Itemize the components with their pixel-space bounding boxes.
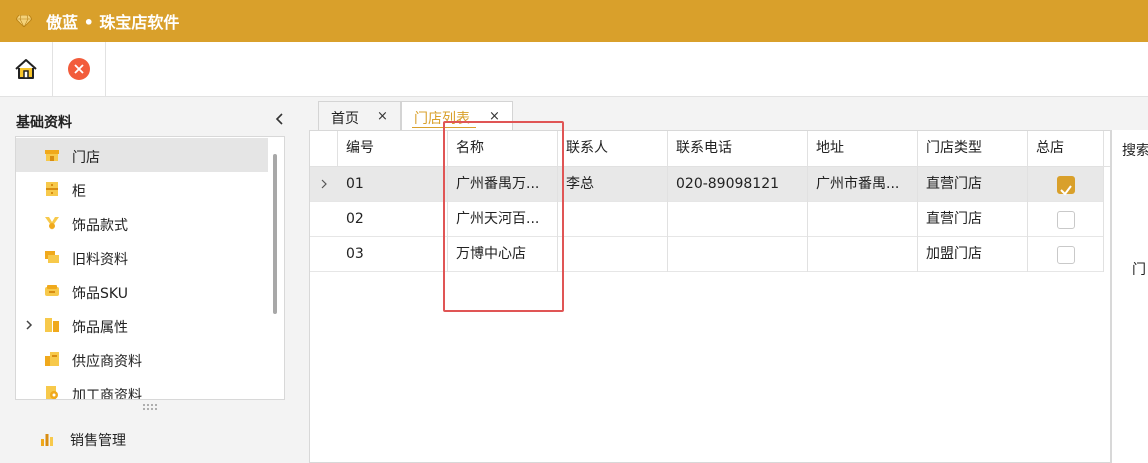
bar-chart-icon — [41, 434, 53, 446]
sidebar-item-jewelry-style[interactable]: 饰品款式 — [16, 206, 268, 240]
jewelry-style-icon — [45, 217, 59, 230]
sidebar-section-label: 销售管理 — [70, 433, 126, 449]
close-button[interactable] — [53, 42, 106, 96]
sidebar-item-label: 供应商资料 — [72, 354, 142, 370]
cell-contact[interactable]: 李总 — [558, 167, 668, 202]
sidebar-item-processor[interactable]: 加工商资料 — [16, 376, 268, 400]
search-label: 搜索 — [1122, 143, 1148, 159]
highlight-annotation — [443, 121, 564, 312]
sidebar-scrollbar[interactable] — [273, 154, 277, 314]
cell-head-store[interactable] — [1028, 167, 1104, 202]
cell-type[interactable]: 直营门店 — [918, 167, 1028, 202]
home-button[interactable] — [0, 42, 53, 96]
cell-contact[interactable] — [558, 237, 668, 272]
cell-address[interactable] — [808, 202, 918, 237]
sidebar-item-old-material[interactable]: 旧料资料 — [16, 240, 268, 274]
tab-label: 首页 — [331, 111, 359, 127]
column-header[interactable]: 地址 — [808, 131, 918, 166]
sidebar-item-label: 旧料资料 — [72, 252, 128, 268]
tab-home[interactable]: 首页 × — [318, 101, 401, 131]
sidebar-heading: 基础资料 — [16, 115, 72, 131]
sidebar-item-store[interactable]: 门店 — [16, 138, 268, 172]
cell-id[interactable]: 03 — [338, 237, 448, 272]
chevron-right-icon[interactable] — [24, 318, 34, 332]
sidebar-item-supplier[interactable]: 供应商资料 — [16, 342, 268, 376]
cell-type[interactable]: 加盟门店 — [918, 237, 1028, 272]
store-table: 编号 名称 联系人 联系电话 地址 门店类型 总店 01 广州番禺万... 李总… — [309, 130, 1111, 463]
store-icon — [45, 150, 59, 161]
processor-icon — [46, 386, 58, 399]
column-header[interactable]: 联系电话 — [668, 131, 808, 166]
sidebar-section-sales[interactable]: 销售管理 — [36, 428, 236, 452]
cell-phone[interactable] — [668, 202, 808, 237]
close-circle-icon — [68, 58, 90, 80]
search-field-label: 门 — [1132, 262, 1146, 278]
cell-contact[interactable] — [558, 202, 668, 237]
head-store-checkbox[interactable] — [1057, 246, 1075, 264]
head-store-checkbox[interactable] — [1057, 211, 1075, 229]
old-material-icon — [45, 251, 59, 263]
row-indicator-header — [310, 131, 338, 166]
table-row[interactable]: 03 万博中心店 加盟门店 — [310, 237, 1104, 272]
cabinet-icon — [46, 182, 58, 196]
sidebar-header: 基础资料 — [0, 104, 300, 136]
head-store-checkbox[interactable] — [1057, 176, 1075, 196]
sidebar-item-cabinet[interactable]: 柜 — [16, 172, 268, 206]
home-icon — [15, 59, 37, 79]
sidebar-item-sku[interactable]: 饰品SKU — [16, 274, 268, 308]
current-row-arrow-icon — [321, 179, 327, 189]
cell-phone[interactable]: 020-89098121 — [668, 167, 808, 202]
column-header[interactable]: 总店 — [1028, 131, 1104, 166]
table-header: 编号 名称 联系人 联系电话 地址 门店类型 总店 — [310, 131, 1110, 167]
cell-type[interactable]: 直营门店 — [918, 202, 1028, 237]
check-icon — [1060, 185, 1072, 196]
column-header[interactable]: 联系人 — [558, 131, 668, 166]
resize-grip-icon[interactable] — [142, 403, 158, 411]
tab-close-icon[interactable]: × — [377, 109, 388, 124]
table-row[interactable]: 01 广州番禺万... 李总 020-89098121 广州市番禺... 直营门… — [310, 167, 1104, 202]
diamond-logo-icon — [16, 15, 32, 27]
sidebar-item-label: 柜 — [72, 184, 86, 200]
sku-icon — [45, 285, 59, 296]
cell-phone[interactable] — [668, 237, 808, 272]
cell-address[interactable]: 广州市番禺... — [808, 167, 918, 202]
sidebar-menu: 门店 柜 饰品款式 旧料资料 饰品SKU 饰品属性 供应商资料 加工商资料 — [15, 136, 285, 400]
supplier-icon — [45, 352, 59, 366]
search-panel: 搜索 门 — [1111, 130, 1148, 463]
cell-address[interactable] — [808, 237, 918, 272]
chevron-left-icon[interactable] — [272, 110, 288, 128]
table-row[interactable]: 02 广州天河百... 直营门店 — [310, 202, 1104, 237]
cell-head-store[interactable] — [1028, 237, 1104, 272]
sidebar-item-label: 门店 — [72, 150, 100, 166]
sidebar-item-label: 加工商资料 — [72, 388, 142, 400]
cell-id[interactable]: 02 — [338, 202, 448, 237]
column-header[interactable]: 编号 — [338, 131, 448, 166]
toolbar — [0, 42, 1148, 97]
attribute-icon — [45, 318, 59, 332]
cell-id[interactable]: 01 — [338, 167, 448, 202]
column-header[interactable]: 门店类型 — [918, 131, 1028, 166]
sidebar-item-attribute[interactable]: 饰品属性 — [16, 308, 268, 342]
sidebar-item-label: 饰品SKU — [72, 286, 128, 302]
app-title: 傲蓝 • 珠宝店软件 — [46, 13, 180, 32]
title-bar: 傲蓝 • 珠宝店软件 — [0, 0, 1148, 42]
cell-head-store[interactable] — [1028, 202, 1104, 237]
sidebar-item-label: 饰品款式 — [72, 218, 128, 234]
sidebar-item-label: 饰品属性 — [72, 320, 128, 336]
